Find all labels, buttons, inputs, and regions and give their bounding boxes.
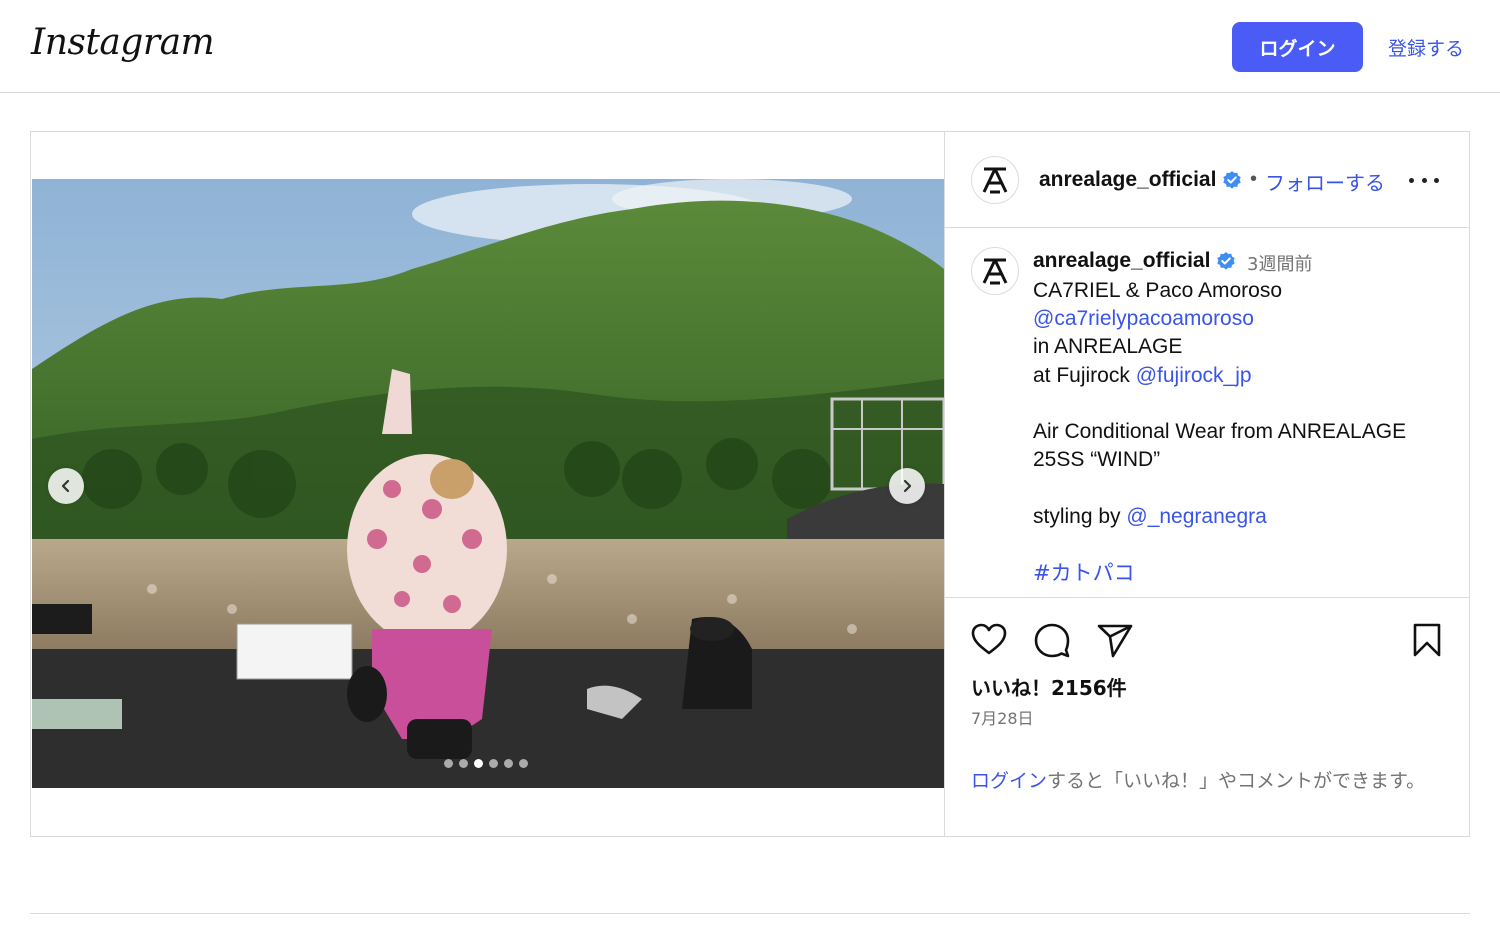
mention-link[interactable]: @_negranegra	[1126, 505, 1266, 528]
post-sidebar: anrealage_official • フォローする anrealage_of…	[945, 132, 1469, 836]
login-prompt-text: すると「いいね！」やコメントができます。	[1047, 770, 1426, 792]
likes-count[interactable]: いいね！2156件	[971, 672, 1127, 701]
comment-bubble-icon	[1034, 623, 1070, 658]
caption-text-segment: 25SS “WIND”	[1033, 448, 1161, 472]
anrealage-logo-icon	[982, 167, 1008, 194]
footer-divider	[30, 913, 1470, 914]
carousel-dot	[519, 759, 528, 768]
caption-line: @ca7rielypacoamoroso	[1033, 305, 1443, 333]
anrealage-logo-icon	[982, 258, 1008, 285]
instagram-logo[interactable]: Instagram	[31, 22, 215, 63]
caption-text: CA7RIEL & Paco Amoroso @ca7rielypacoamoro…	[1033, 277, 1443, 588]
mention-link[interactable]: @ca7rielypacoamoroso	[1033, 307, 1254, 330]
carousel-dot	[444, 759, 453, 768]
caption-text-segment: styling by	[1033, 504, 1127, 528]
comment-button[interactable]	[1032, 620, 1072, 660]
login-prompt: ログインすると「いいね！」やコメントができます。	[971, 767, 1431, 795]
caption-line: 25SS “WIND”	[1033, 446, 1443, 474]
more-horizontal-icon	[1409, 177, 1414, 183]
top-bar: Instagram ログイン 登録する	[0, 0, 1500, 93]
caption-line: Air Conditional Wear from ANREALAGE	[1033, 418, 1443, 446]
caption-line: CA7RIEL & Paco Amoroso	[1033, 277, 1443, 305]
caption-line: #カトパコ	[1033, 559, 1443, 588]
caption-line: in ANREALAGE	[1033, 333, 1443, 361]
caption-line: styling by @_negranegra	[1033, 503, 1443, 531]
carousel-next-button[interactable]	[889, 468, 925, 504]
carousel-prev-button[interactable]	[48, 468, 84, 504]
post-card: anrealage_official • フォローする anrealage_of…	[30, 131, 1470, 837]
separator-dot: •	[1250, 168, 1258, 190]
caption-line	[1033, 474, 1443, 502]
save-button[interactable]	[1407, 620, 1447, 660]
post-photo[interactable]	[32, 179, 944, 788]
chevron-right-icon	[903, 479, 912, 493]
like-button[interactable]	[969, 620, 1009, 660]
carousel-dot	[474, 759, 483, 768]
action-section: いいね！2156件 7月28日 ログインすると「いいね！」やコメントができます。	[945, 597, 1469, 836]
hashtag-link[interactable]: #カトパコ	[1033, 561, 1135, 585]
login-button[interactable]: ログイン	[1232, 22, 1363, 72]
avatar[interactable]	[971, 247, 1019, 295]
chevron-left-icon	[61, 479, 70, 493]
post-media	[31, 132, 945, 836]
follow-button[interactable]: フォローする	[1265, 167, 1385, 196]
caption-text-segment: in ANREALAGE	[1033, 335, 1183, 359]
caption-username[interactable]: anrealage_official	[1033, 249, 1210, 273]
heart-icon	[971, 623, 1007, 655]
caption-text-segment: at Fujirock	[1033, 363, 1136, 387]
carousel-dot	[459, 759, 468, 768]
avatar[interactable]	[971, 156, 1019, 204]
concert-photo	[32, 179, 944, 788]
carousel-dot	[504, 759, 513, 768]
share-button[interactable]	[1095, 620, 1135, 660]
caption-line	[1033, 390, 1443, 418]
caption-text-segment: Air Conditional Wear from ANREALAGE	[1033, 420, 1407, 443]
post-header: anrealage_official • フォローする	[945, 132, 1469, 228]
caption-area: anrealage_official 3週間前 CA7RIEL & Paco A…	[945, 229, 1469, 597]
post-date: 7月28日	[971, 709, 1034, 728]
verified-badge-icon	[1216, 251, 1236, 276]
login-link[interactable]: ログイン	[971, 770, 1047, 792]
caption-text-segment: CA7RIEL & Paco Amoroso	[1033, 279, 1283, 302]
signup-link[interactable]: 登録する	[1388, 34, 1464, 61]
carousel-indicator	[444, 759, 528, 768]
post-time: 3週間前	[1247, 254, 1313, 275]
mention-link[interactable]: @fujirock_jp	[1136, 364, 1252, 387]
paper-plane-icon	[1097, 624, 1133, 658]
more-options-button[interactable]	[1409, 168, 1439, 192]
carousel-dot	[489, 759, 498, 768]
bookmark-icon	[1413, 623, 1441, 657]
caption-line	[1033, 531, 1443, 559]
author-username[interactable]: anrealage_official	[1039, 168, 1216, 192]
verified-badge-icon	[1222, 170, 1242, 195]
caption-line: at Fujirock @fujirock_jp	[1033, 362, 1443, 390]
